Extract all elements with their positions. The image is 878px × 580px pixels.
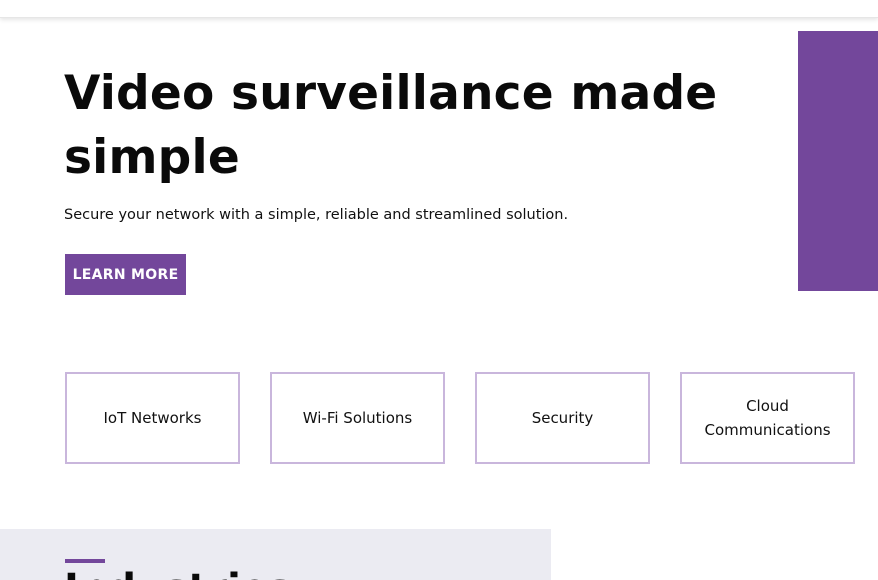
card-label: Wi-Fi Solutions xyxy=(302,409,413,427)
hero-image xyxy=(798,31,878,291)
card-label: Cloud Communications xyxy=(704,397,831,439)
learn-more-button[interactable]: LEARN MORE xyxy=(65,254,186,295)
card-cloud-communications[interactable]: Cloud Communications xyxy=(680,372,855,464)
card-wifi-solutions[interactable]: Wi-Fi Solutions xyxy=(270,372,445,464)
page: Video surveillance made simple Secure yo… xyxy=(0,0,878,580)
industries-heading-text: Industries xyxy=(64,569,544,580)
card-label: IoT Networks xyxy=(103,409,202,427)
card-security[interactable]: Security xyxy=(475,372,650,464)
hero-title: Video surveillance made simple xyxy=(64,66,718,185)
card-iot-networks[interactable]: IoT Networks xyxy=(65,372,240,464)
card-label: Security xyxy=(531,409,594,427)
section-accent-bar xyxy=(65,559,105,563)
site-header xyxy=(0,0,878,18)
hero-subtitle: Secure your network with a simple, relia… xyxy=(64,207,569,223)
industries-heading: Industries xyxy=(64,566,544,580)
